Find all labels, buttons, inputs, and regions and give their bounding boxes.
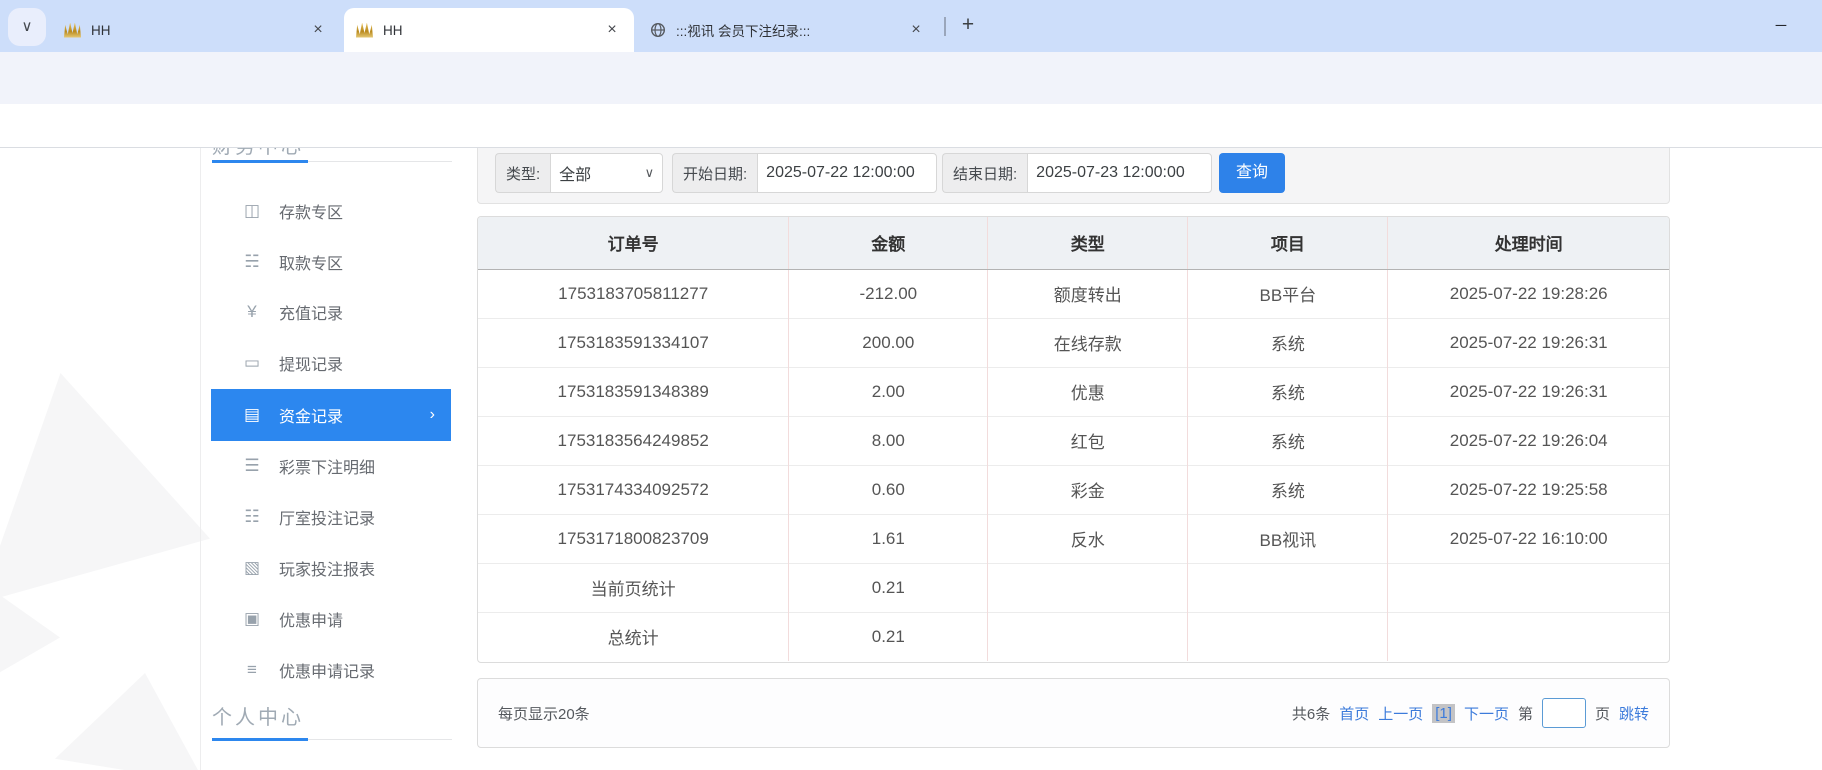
table-row: 1753183591334107 200.00 在线存款 系统 2025-07-… [478, 317, 1669, 367]
table-row: 1753183591348389 2.00 优惠 系统 2025-07-22 1… [478, 366, 1669, 416]
close-icon[interactable]: × [600, 21, 624, 39]
jump-link[interactable]: 跳转 [1619, 703, 1649, 724]
sidebar-item-funds-record[interactable]: ▤ 资金记录 › [211, 389, 451, 441]
col-amount: 金额 [788, 217, 988, 270]
type-select[interactable]: 全部 ∨ [550, 153, 664, 193]
globe-icon [650, 22, 666, 38]
grid-list-icon: ☷ [244, 507, 260, 526]
moneybag-icon: ¥ [247, 302, 257, 321]
pager: 共6条 首页 上一页 [1] 下一页 第 页 跳转 [1292, 698, 1649, 728]
query-button[interactable]: 查询 [1219, 153, 1285, 193]
col-process-time: 处理时间 [1387, 217, 1669, 270]
sidebar-item-lottery-bets[interactable]: ☰ 彩票下注明细 [211, 441, 451, 491]
type-label: 类型: [495, 153, 551, 193]
sidebar-item-player-report[interactable]: ▧ 玩家投注报表 [211, 543, 451, 593]
gold-logo-favicon [64, 22, 81, 38]
tab-3[interactable]: :::视讯 会员下注纪录::: × [638, 8, 938, 52]
chart-icon: ▧ [243, 558, 261, 577]
section-underline [212, 160, 452, 163]
browser-toolbar: ← → ↻ ⌂ mgm1065.com/hhcp/usercenter.html… [0, 52, 1822, 150]
cash-icon: ▤ [243, 405, 261, 424]
end-date-input[interactable] [1036, 164, 1204, 182]
col-order-id: 订单号 [478, 217, 789, 270]
table-row: 1753171800823709 1.61 反水 BB视讯 2025-07-22… [478, 513, 1669, 563]
filter-panel: 类型: 全部 ∨ 开始日期: 结束日期: 查询 [477, 148, 1670, 204]
close-icon[interactable]: × [904, 21, 928, 39]
new-tab-button[interactable]: + [952, 10, 984, 42]
table-header-row: 订单号 金额 类型 项目 处理时间 [478, 217, 1669, 270]
prev-page-link[interactable]: 上一页 [1378, 703, 1423, 724]
page-content: 财务中心 ◫ 存款专区 ☵ 取款专区 ¥ 充值记录 ▭ 提现记录 ▤ 资金记录 … [0, 148, 1822, 770]
current-page[interactable]: [1] [1432, 703, 1455, 723]
start-date-input[interactable] [766, 164, 929, 182]
sidebar-item-withdraw[interactable]: ☵ 取款专区 [211, 237, 451, 287]
next-page-link[interactable]: 下一页 [1464, 703, 1509, 724]
end-date-group: 结束日期: [942, 153, 1213, 193]
chevron-down-icon: ∨ [644, 165, 655, 180]
main-content: 类型: 全部 ∨ 开始日期: 结束日期: 查询 [477, 148, 1670, 770]
tab-strip: ∨ HH × HH × :::视讯 会员下注纪录::: × + ─ [0, 0, 1822, 52]
table-row-total-stats: 总统计 0.21 [478, 611, 1669, 661]
bookmarks-bar: 百度一下 [0, 104, 1822, 243]
list-icon: ☰ [244, 456, 260, 475]
start-date-group: 开始日期: [672, 153, 938, 193]
tab-divider [944, 17, 946, 36]
page-size-text: 每页显示20条 [498, 705, 590, 723]
close-icon[interactable]: × [306, 21, 330, 39]
tab-title: HH [91, 22, 111, 38]
col-project: 项目 [1187, 217, 1388, 270]
start-date-label: 开始日期: [672, 153, 758, 193]
tab-search-button[interactable]: ∨ [8, 8, 46, 46]
background-watermark [0, 373, 210, 603]
coupon-icon: ▣ [243, 609, 261, 628]
tab-title: HH [383, 22, 403, 38]
background-watermark [0, 588, 60, 678]
sidebar: 财务中心 ◫ 存款专区 ☵ 取款专区 ¥ 充值记录 ▭ 提现记录 ▤ 资金记录 … [200, 148, 452, 770]
gold-logo-favicon [356, 22, 373, 38]
list-icon: ≡ [247, 660, 257, 679]
tab-2-active[interactable]: HH × [344, 8, 634, 52]
funds-record-table: 订单号 金额 类型 项目 处理时间 1753183705811277 -212.… [477, 216, 1670, 663]
jump-label-after: 页 [1594, 705, 1610, 723]
sidebar-item-recharge-record[interactable]: ¥ 充值记录 [211, 287, 451, 337]
sidebar-section-finance: 财务中心 [212, 148, 304, 159]
pagination-panel: 每页显示20条 共6条 首页 上一页 [1] 下一页 第 页 跳转 [477, 678, 1670, 748]
background-watermark [55, 673, 205, 770]
sidebar-section-personal: 个人中心 [212, 707, 304, 729]
page-number-input[interactable] [1541, 698, 1586, 728]
table-row: 1753183705811277 -212.00 额度转出 BB平台 2025-… [478, 269, 1669, 318]
type-filter-group: 类型: 全部 ∨ [495, 153, 664, 193]
end-date-label: 结束日期: [942, 153, 1028, 193]
wallet-icon: ▭ [243, 353, 261, 372]
sidebar-item-promo-record[interactable]: ≡ 优惠申请记录 [211, 645, 451, 695]
withdraw-icon: ☵ [244, 252, 260, 271]
col-type: 类型 [987, 217, 1188, 270]
sidebar-item-room-bets[interactable]: ☷ 厅室投注记录 [211, 492, 451, 542]
first-page-link[interactable]: 首页 [1339, 703, 1369, 724]
chevron-right-icon: › [429, 406, 435, 423]
sidebar-item-deposit[interactable]: ◫ 存款专区 [211, 186, 451, 236]
table-row: 1753183564249852 8.00 红包 系统 2025-07-22 1… [478, 415, 1669, 465]
tab-title: :::视讯 会员下注纪录::: [676, 24, 811, 39]
tab-1[interactable]: HH × [52, 8, 340, 52]
table-row-page-stats: 当前页统计 0.21 [478, 562, 1669, 612]
section-underline [212, 738, 452, 741]
sidebar-item-withdraw-record[interactable]: ▭ 提现记录 [211, 338, 451, 388]
sidebar-item-promo-apply[interactable]: ▣ 优惠申请 [211, 594, 451, 644]
deposit-icon: ◫ [243, 201, 261, 220]
table-row: 1753174334092572 0.60 彩金 系统 2025-07-22 1… [478, 464, 1669, 514]
total-count: 共6条 [1291, 705, 1331, 723]
jump-label-before: 第 [1517, 705, 1533, 723]
minimize-button[interactable]: ─ [1758, 8, 1804, 44]
